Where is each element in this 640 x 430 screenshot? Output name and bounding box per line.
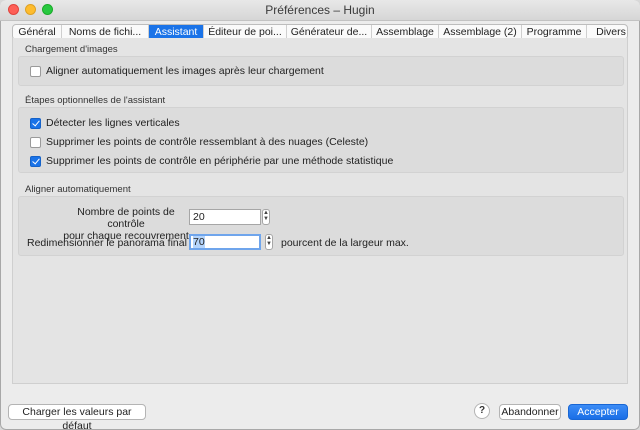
accept-button[interactable]: Accepter xyxy=(568,404,628,420)
help-button[interactable]: ? xyxy=(474,403,490,419)
preferences-window: Préférences – Hugin Général Noms de fich… xyxy=(0,0,640,430)
auto-align-label: Aligner automatiquement les images après… xyxy=(46,65,324,77)
control-points-stepper[interactable]: ▲ ▼ xyxy=(262,209,270,225)
control-points-input[interactable]: 20 xyxy=(189,209,261,225)
tab-general[interactable]: Général xyxy=(13,25,62,39)
tab-program[interactable]: Programme xyxy=(522,25,587,39)
celeste-checkbox[interactable] xyxy=(30,136,41,148)
section-title-auto-align: Aligner automatiquement xyxy=(25,184,131,195)
detect-vertical-lines-row[interactable]: Détecter les lignes verticales xyxy=(30,117,180,129)
section-title-loading: Chargement d'images xyxy=(25,44,118,55)
resize-percent-value: 70 xyxy=(193,236,205,248)
tab-cp-generator[interactable]: Générateur de... xyxy=(287,25,372,39)
auto-align-checkbox-row[interactable]: Aligner automatiquement les images après… xyxy=(30,65,324,77)
assistant-panel: Chargement d'images Aligner automatiquem… xyxy=(12,38,628,384)
tab-misc[interactable]: Divers xyxy=(587,25,627,39)
auto-align-checkbox[interactable] xyxy=(30,65,41,77)
resize-percent-stepper[interactable]: ▲ ▼ xyxy=(265,234,273,250)
group-auto-align: Nombre de points de contrôle pour chaque… xyxy=(18,196,624,256)
statistical-outliers-label: Supprimer les points de contrôle en péri… xyxy=(46,155,394,167)
tab-filenames[interactable]: Noms de fichi... xyxy=(62,25,149,39)
tab-stitching-2[interactable]: Assemblage (2) xyxy=(439,25,522,39)
control-points-label-line1: Nombre de points de contrôle xyxy=(77,206,175,230)
tab-stitching[interactable]: Assemblage xyxy=(372,25,439,39)
resize-percent-input[interactable]: 70 xyxy=(189,234,261,250)
title-bar: Préférences – Hugin xyxy=(0,0,640,21)
tab-assistant[interactable]: Assistant xyxy=(149,25,204,39)
celeste-row[interactable]: Supprimer les points de contrôle ressemb… xyxy=(30,136,368,148)
statistical-outliers-row[interactable]: Supprimer les points de contrôle en péri… xyxy=(30,155,393,167)
celeste-label: Supprimer les points de contrôle ressemb… xyxy=(46,136,369,148)
load-defaults-button[interactable]: Charger les valeurs par défaut xyxy=(8,404,146,430)
resize-suffix-label: pourcent de la largeur max. xyxy=(281,237,409,249)
detect-vertical-lines-checkbox[interactable] xyxy=(30,117,41,129)
detect-vertical-lines-label: Détecter les lignes verticales xyxy=(46,117,180,129)
section-title-optional-steps: Étapes optionnelles de l'assistant xyxy=(25,95,166,106)
cancel-button[interactable]: Abandonner xyxy=(499,404,561,420)
resize-panorama-label: Redimensionner le panorama final à xyxy=(27,237,196,249)
group-loading: Aligner automatiquement les images après… xyxy=(18,56,624,86)
group-optional-steps: Détecter les lignes verticales Supprimer… xyxy=(18,107,624,173)
window-title: Préférences – Hugin xyxy=(265,3,375,17)
tab-cp-editor[interactable]: Éditeur de poi... xyxy=(204,25,287,39)
statistical-outliers-checkbox[interactable] xyxy=(30,155,41,167)
